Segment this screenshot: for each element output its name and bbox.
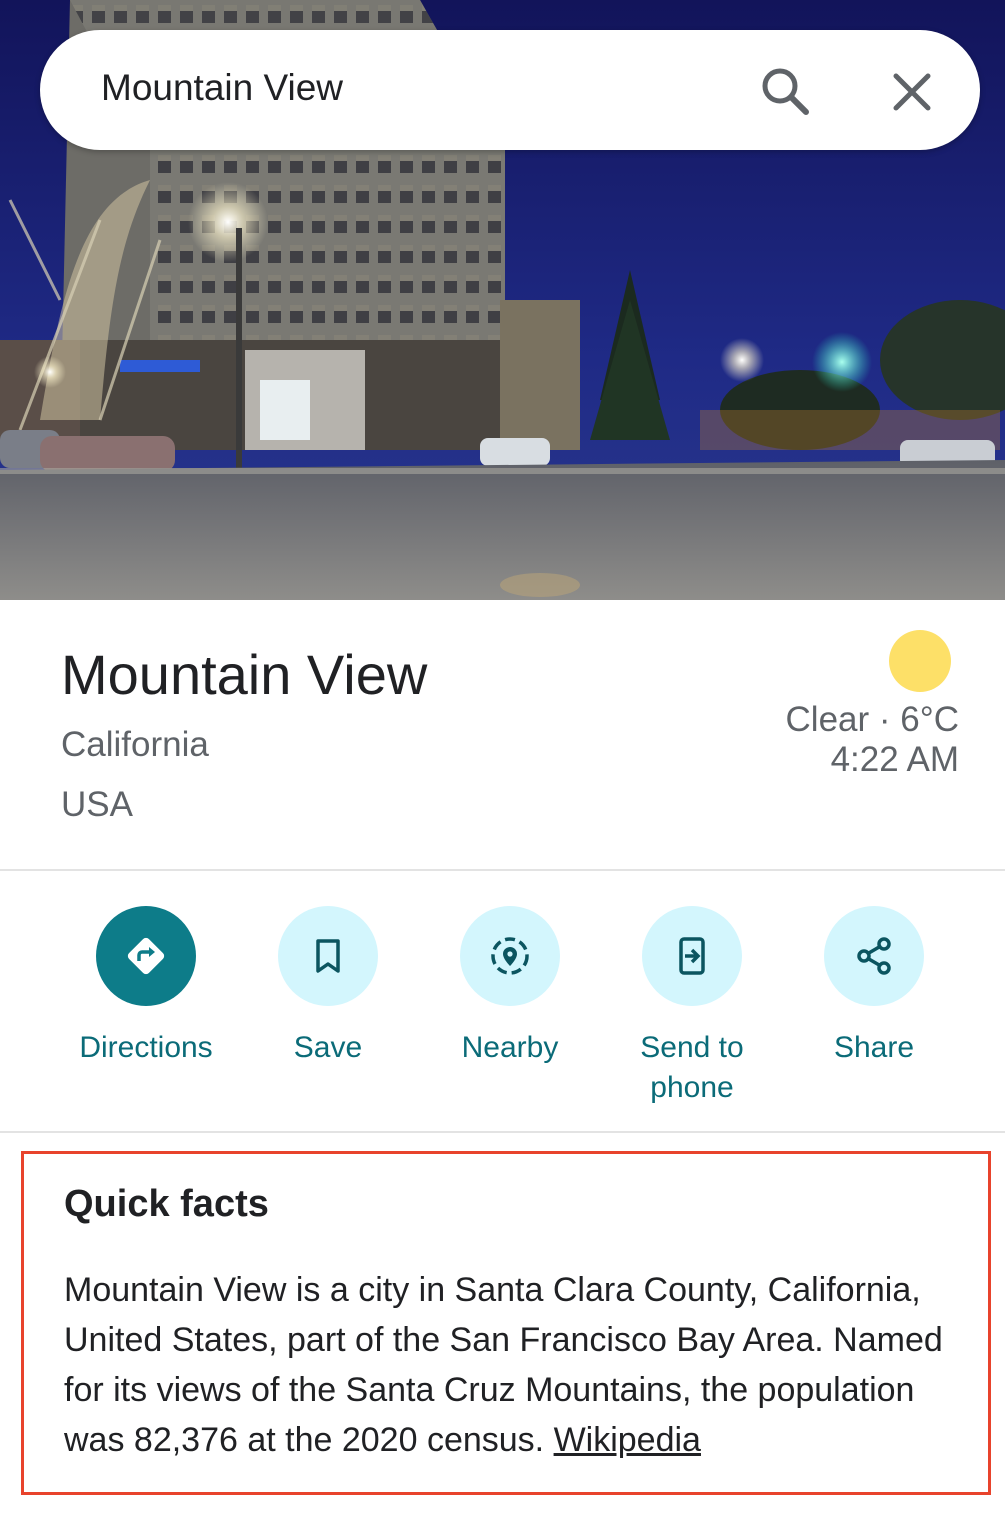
clear-search-button[interactable] (884, 64, 940, 120)
place-title: Mountain View (61, 643, 428, 706)
place-country: USA (61, 785, 133, 824)
search-bar[interactable]: Mountain View (40, 30, 980, 150)
nearby-icon (491, 937, 529, 975)
send-to-phone-button[interactable]: Send to phone (602, 906, 782, 1108)
search-input[interactable]: Mountain View (101, 66, 343, 110)
share-label: Share (833, 1031, 915, 1064)
divider (0, 869, 1005, 871)
search-icon (762, 68, 809, 115)
share-button[interactable]: Share (784, 906, 964, 1068)
sun-icon (889, 630, 951, 692)
nearby-circle[interactable] (460, 906, 560, 1006)
directions-label: Directions (79, 1031, 213, 1064)
save-button[interactable]: Save (238, 906, 418, 1068)
share-icon (857, 937, 891, 975)
place-region: California (61, 725, 209, 764)
nearby-button[interactable]: Nearby (420, 906, 600, 1068)
share-circle[interactable] (824, 906, 924, 1006)
send-to-phone-circle[interactable] (642, 906, 742, 1006)
quick-facts-text: Mountain View is a city in Santa Clara C… (64, 1271, 943, 1459)
directions-button[interactable]: Directions (56, 906, 236, 1068)
quick-facts-section: Quick facts Mountain View is a city in S… (21, 1151, 991, 1495)
send-to-phone-label: Send to phone (640, 1031, 744, 1104)
weather-condition: Clear · 6°C (785, 700, 959, 739)
quick-facts-text-block: Mountain View is a city in Santa Clara C… (64, 1265, 974, 1465)
local-time: 4:22 AM (830, 740, 959, 779)
bookmark-icon (316, 939, 340, 973)
divider (0, 1131, 1005, 1133)
save-circle[interactable] (278, 906, 378, 1006)
quick-facts-title: Quick facts (64, 1183, 269, 1225)
send-to-phone-icon (679, 937, 705, 975)
wikipedia-link[interactable]: Wikipedia (554, 1421, 701, 1459)
nearby-label: Nearby (461, 1031, 559, 1064)
search-button[interactable] (758, 64, 814, 120)
save-label: Save (293, 1031, 363, 1064)
close-icon (893, 73, 931, 111)
directions-circle[interactable] (96, 906, 196, 1006)
directions-icon (127, 937, 165, 975)
